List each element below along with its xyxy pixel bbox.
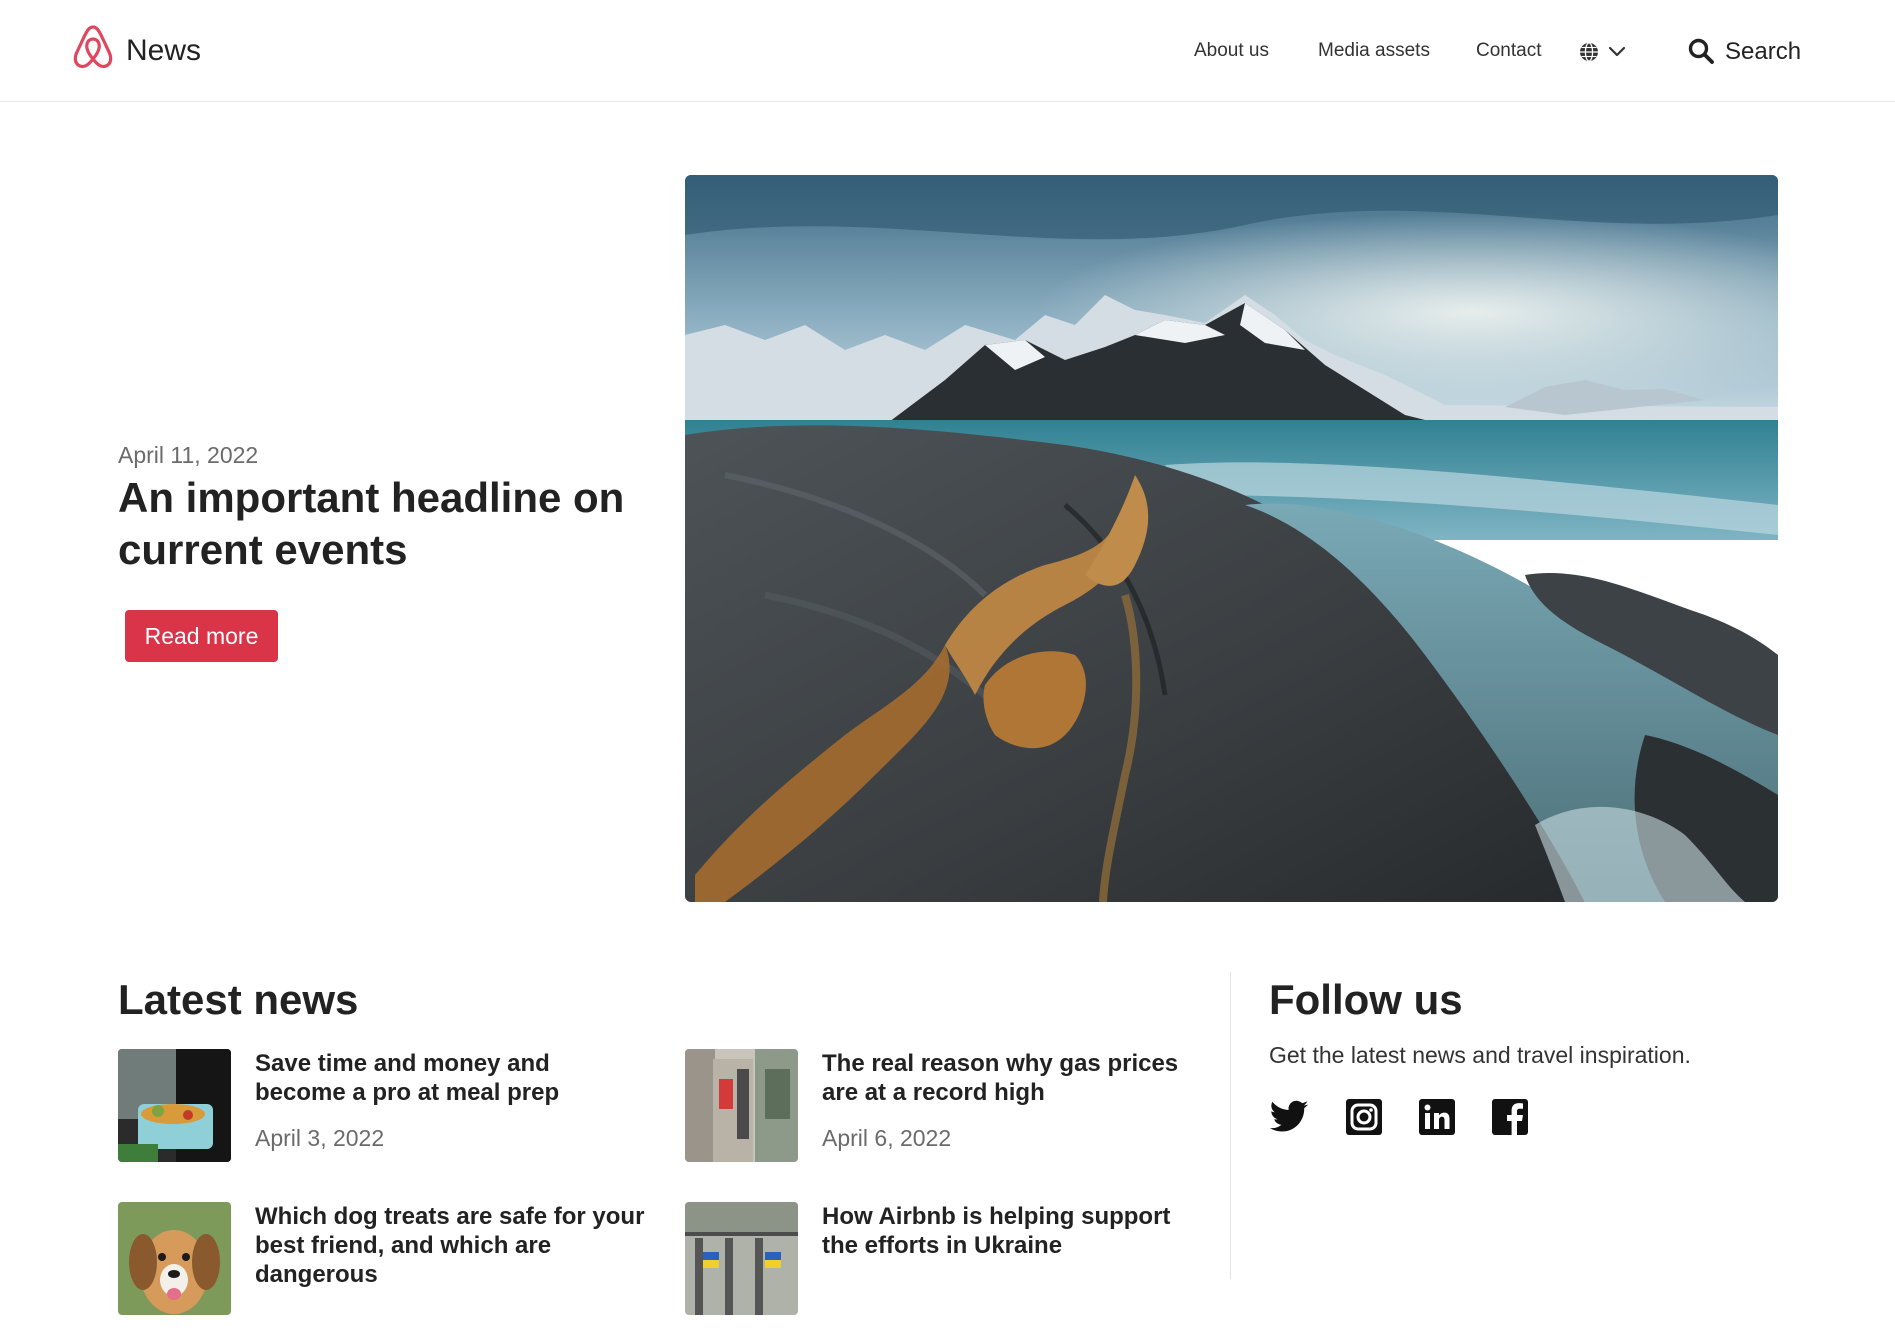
- section-divider: [1230, 972, 1231, 1279]
- news-item-dog-treats[interactable]: Which dog treats are safe for your best …: [118, 1202, 644, 1332]
- nav-contact[interactable]: Contact: [1476, 40, 1541, 62]
- instagram-icon[interactable]: [1343, 1096, 1385, 1138]
- news-date: April 3, 2022: [255, 1125, 385, 1151]
- chevron-down-icon: [1608, 46, 1626, 57]
- news-thumbnail[interactable]: [685, 1202, 798, 1315]
- news-date: April 6, 2022: [822, 1125, 952, 1151]
- news-title[interactable]: The real reason why gas prices are at a …: [822, 1049, 1212, 1107]
- news-thumbnail[interactable]: [685, 1049, 798, 1162]
- news-title[interactable]: How Airbnb is helping support the effort…: [822, 1202, 1212, 1260]
- facebook-icon[interactable]: [1489, 1096, 1531, 1138]
- news-item-ukraine[interactable]: How Airbnb is helping support the effort…: [685, 1202, 1205, 1332]
- search-icon: [1688, 38, 1714, 64]
- nav-about-us[interactable]: About us: [1194, 40, 1269, 62]
- nav-media-assets[interactable]: Media assets: [1318, 40, 1430, 62]
- linkedin-icon[interactable]: [1416, 1096, 1458, 1138]
- news-thumbnail[interactable]: [118, 1202, 231, 1315]
- brand-name[interactable]: News: [126, 34, 201, 68]
- follow-us-heading: Follow us: [1269, 976, 1463, 1023]
- hero-date: April 11, 2022: [118, 442, 259, 468]
- follow-us-subtitle: Get the latest news and travel inspirati…: [1269, 1042, 1691, 1068]
- news-item-meal-prep[interactable]: Save time and money and become a pro at …: [118, 1049, 638, 1179]
- news-thumbnail[interactable]: [118, 1049, 231, 1162]
- airbnb-logo-icon[interactable]: [72, 24, 114, 70]
- hero-image[interactable]: [685, 175, 1778, 902]
- language-selector[interactable]: [1578, 40, 1628, 64]
- search-label: Search: [1725, 38, 1802, 65]
- read-more-button[interactable]: Read more: [125, 610, 278, 662]
- globe-icon: [1580, 42, 1598, 62]
- news-title[interactable]: Save time and money and become a pro at …: [255, 1049, 645, 1107]
- latest-news-heading: Latest news: [118, 976, 359, 1023]
- twitter-icon[interactable]: [1268, 1096, 1310, 1138]
- news-title[interactable]: Which dog treats are safe for your best …: [255, 1202, 645, 1289]
- hero-headline[interactable]: An important headline on current events: [118, 472, 658, 576]
- site-header: News About us Media assets Contact Searc…: [0, 0, 1895, 102]
- news-item-gas-prices[interactable]: The real reason why gas prices are at a …: [685, 1049, 1205, 1179]
